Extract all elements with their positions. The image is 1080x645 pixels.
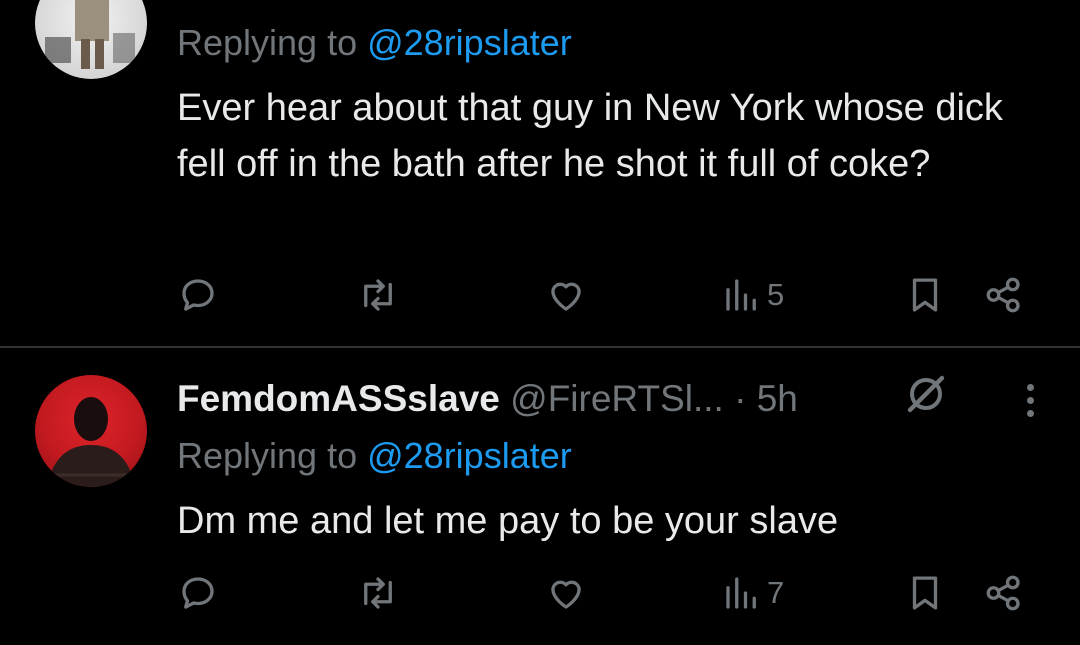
bookmark-icon <box>912 278 938 312</box>
share-button[interactable] <box>983 568 1025 618</box>
mention-link[interactable]: @28ripslater <box>367 435 572 476</box>
tweet-1[interactable]: Replying to @28ripslater Ever hear about… <box>0 0 1080 346</box>
retweet-icon <box>364 577 392 609</box>
retweet-button[interactable] <box>357 568 399 618</box>
replying-to: Replying to @28ripslater <box>177 435 572 477</box>
share-icon <box>986 575 1020 611</box>
tweet-2[interactable]: FemdomASSslave @FireRTSl... · 5h Replyin… <box>0 348 1080 645</box>
reply-button[interactable] <box>177 568 219 618</box>
more-options-icon[interactable] <box>1020 378 1040 418</box>
bookmark-button[interactable] <box>904 270 946 320</box>
views-icon <box>726 577 756 609</box>
heart-icon <box>551 282 581 311</box>
timestamp[interactable]: 5h <box>757 378 798 419</box>
views-count: 5 <box>767 277 785 312</box>
action-bar: 5 <box>0 270 1080 320</box>
views-button[interactable]: 5 <box>721 270 784 320</box>
retweet-button[interactable] <box>357 270 399 320</box>
like-button[interactable] <box>545 568 587 618</box>
share-button[interactable] <box>983 270 1025 320</box>
replying-to-label: Replying to <box>177 435 368 476</box>
tweet-header: FemdomASSslave @FireRTSl... · 5h <box>177 378 798 420</box>
bookmark-button[interactable] <box>904 568 946 618</box>
separator-dot: · <box>723 378 757 419</box>
display-name[interactable]: FemdomASSslave <box>177 378 500 419</box>
avatar-photo <box>45 0 135 69</box>
views-icon <box>726 279 756 311</box>
views-count: 7 <box>767 575 785 610</box>
action-bar: 7 <box>0 568 1080 618</box>
bookmark-icon <box>912 576 938 610</box>
mention-link[interactable]: @28ripslater <box>367 22 572 63</box>
heart-icon <box>551 580 581 609</box>
retweet-icon <box>364 279 392 311</box>
tweet-text: Ever hear about that guy in New York who… <box>177 87 1003 185</box>
views-button[interactable]: 7 <box>721 568 784 618</box>
avatar[interactable] <box>35 375 147 487</box>
reply-icon <box>182 279 214 311</box>
reply-button[interactable] <box>177 270 219 320</box>
user-handle[interactable]: @FireRTSl... <box>510 378 724 419</box>
like-button[interactable] <box>545 270 587 320</box>
avatar[interactable] <box>35 0 147 79</box>
grok-icon[interactable] <box>902 370 950 418</box>
tweet-text: Dm me and let me pay to be your slave <box>177 500 839 542</box>
reply-icon <box>182 577 214 609</box>
share-icon <box>986 277 1020 313</box>
replying-to-label: Replying to <box>177 22 368 63</box>
replying-to: Replying to @28ripslater <box>177 22 572 64</box>
avatar-photo <box>47 397 135 487</box>
